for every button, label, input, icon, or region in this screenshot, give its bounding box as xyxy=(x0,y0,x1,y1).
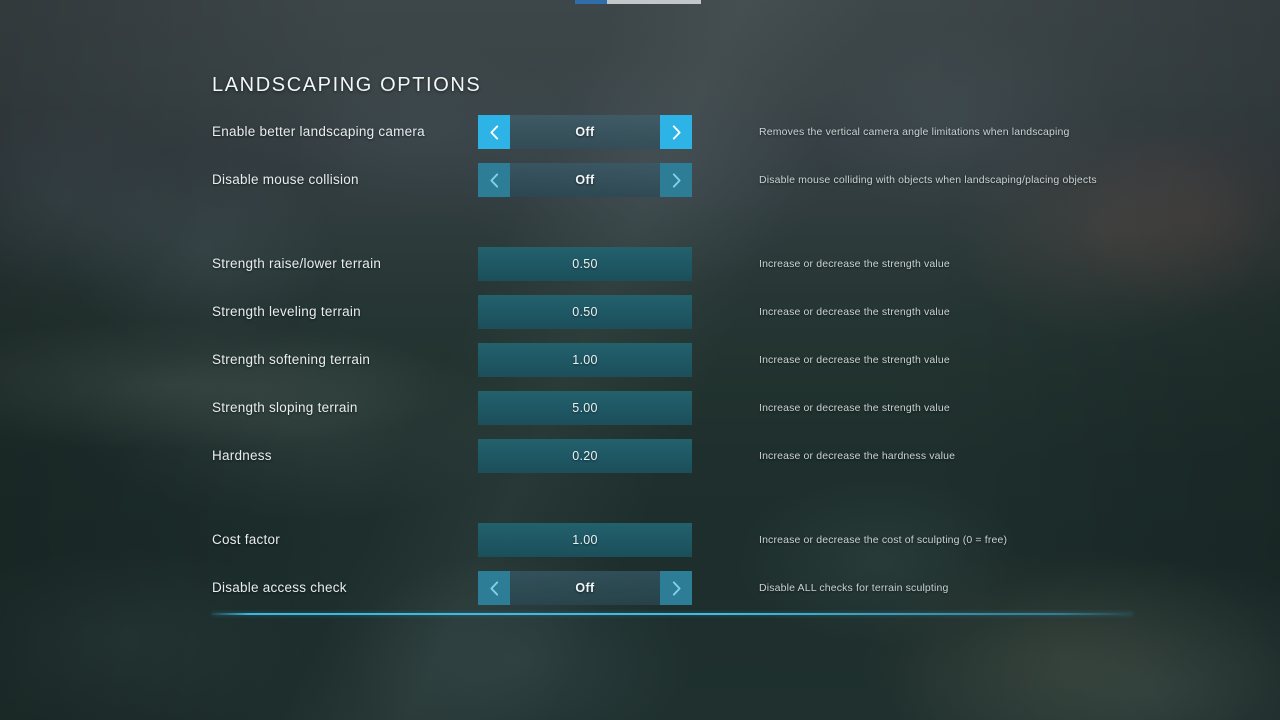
chevron-right-icon[interactable] xyxy=(660,571,692,605)
option-label: Disable mouse collision xyxy=(212,172,359,187)
option-label: Strength sloping terrain xyxy=(212,400,358,415)
value-text: 0.50 xyxy=(572,305,598,319)
toggle-value-disable-access-check[interactable]: Off xyxy=(510,571,660,605)
option-row-strength-raise-lower-terrain: Strength raise/lower terrain 0.50 Increase… xyxy=(0,247,1280,281)
toggle-value-text: Off xyxy=(575,581,595,595)
toggle-value-text: Off xyxy=(575,173,595,187)
toggle-disable-access-check[interactable]: Off xyxy=(478,571,692,605)
chevron-left-icon[interactable] xyxy=(478,163,510,197)
option-label: Enable better landscaping camera xyxy=(212,124,425,139)
toggle-value-enable-better-landscaping-camera[interactable]: Off xyxy=(510,115,660,149)
option-label: Cost factor xyxy=(212,532,281,547)
option-row-hardness: Hardness 0.20 Increase or decrease the har… xyxy=(0,439,1280,473)
option-description: Disable ALL checks for terrain sculpting xyxy=(759,582,949,594)
option-description: Increase or decrease the hardness value xyxy=(759,450,956,462)
option-description: Increase or decrease the strength value xyxy=(759,354,950,366)
section-divider xyxy=(212,613,1133,615)
landscaping-options-panel: LANDSCAPING OPTIONS Enable better landsc… xyxy=(0,0,1280,720)
option-row-disable-access-check: Disable access check Off Disable ALL check… xyxy=(0,571,1280,605)
option-row-enable-better-landscaping-camera: Enable better landscaping camera Off Remov… xyxy=(0,115,1280,149)
value-text: 5.00 xyxy=(572,401,598,415)
value-slider-strength-leveling-terrain[interactable]: 0.50 xyxy=(478,295,692,329)
toggle-disable-mouse-collision[interactable]: Off xyxy=(478,163,692,197)
chevron-left-icon[interactable] xyxy=(478,115,510,149)
value-text: 0.50 xyxy=(572,257,598,271)
value-slider-cost-factor[interactable]: 1.00 xyxy=(478,523,692,557)
option-description: Increase or decrease the strength value xyxy=(759,402,950,414)
value-text: 0.20 xyxy=(572,449,598,463)
value-slider-strength-raise-lower-terrain[interactable]: 0.50 xyxy=(478,247,692,281)
option-description: Increase or decrease the strength value xyxy=(759,306,950,318)
chevron-right-icon[interactable] xyxy=(660,115,692,149)
chevron-left-icon[interactable] xyxy=(478,571,510,605)
toggle-value-disable-mouse-collision[interactable]: Off xyxy=(510,163,660,197)
option-label: Strength raise/lower terrain xyxy=(212,256,382,271)
option-description: Removes the vertical camera angle limita… xyxy=(759,126,1070,138)
value-text: 1.00 xyxy=(572,533,598,547)
option-row-cost-factor: Cost factor 1.00 Increase or decrease the … xyxy=(0,523,1280,557)
option-label: Strength leveling terrain xyxy=(212,304,361,319)
option-label: Hardness xyxy=(212,448,272,463)
option-description: Increase or decrease the cost of sculpti… xyxy=(759,534,1008,546)
option-row-strength-sloping-terrain: Strength sloping terrain 5.00 Increase or … xyxy=(0,391,1280,425)
value-slider-strength-sloping-terrain[interactable]: 5.00 xyxy=(478,391,692,425)
toggle-enable-better-landscaping-camera[interactable]: Off xyxy=(478,115,692,149)
chevron-right-icon[interactable] xyxy=(660,163,692,197)
value-slider-hardness[interactable]: 0.20 xyxy=(478,439,692,473)
option-row-strength-leveling-terrain: Strength leveling terrain 0.50 Increase or… xyxy=(0,295,1280,329)
option-label: Disable access check xyxy=(212,580,347,595)
option-description: Disable mouse colliding with objects whe… xyxy=(759,174,1097,186)
option-row-disable-mouse-collision: Disable mouse collision Off Disable mouse … xyxy=(0,163,1280,197)
option-row-strength-softening-terrain: Strength softening terrain 1.00 Increase o… xyxy=(0,343,1280,377)
page-title: LANDSCAPING OPTIONS xyxy=(212,74,482,96)
value-text: 1.00 xyxy=(572,353,598,367)
option-description: Increase or decrease the strength value xyxy=(759,258,950,270)
value-slider-strength-softening-terrain[interactable]: 1.00 xyxy=(478,343,692,377)
option-label: Strength softening terrain xyxy=(212,352,371,367)
toggle-value-text: Off xyxy=(575,125,595,139)
